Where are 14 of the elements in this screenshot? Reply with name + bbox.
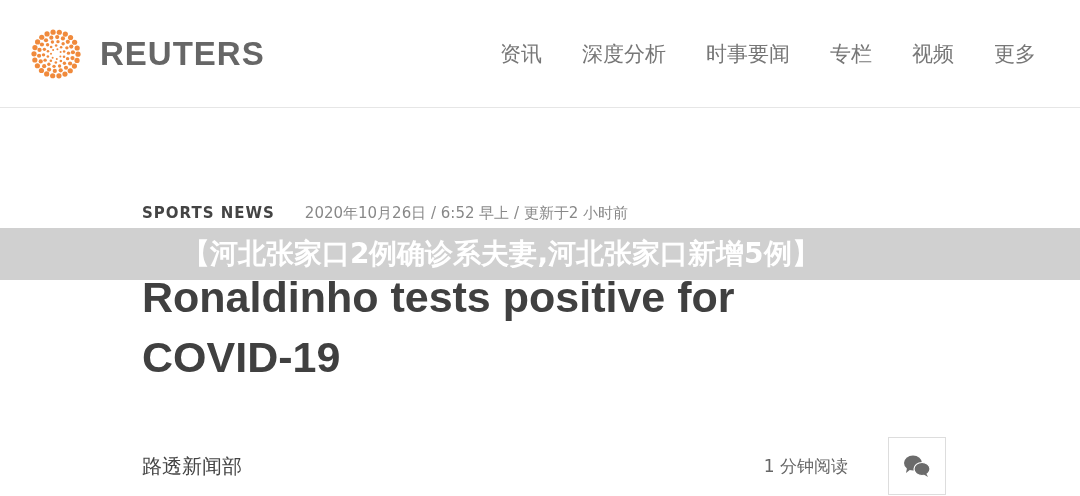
nav-link[interactable]: 视频 [912, 39, 954, 68]
nav-link[interactable]: 时事要闻 [706, 39, 790, 68]
article-date: 2020年10月26日 / 6:52 早上 / 更新于2 小时前 [304, 204, 629, 223]
section-label[interactable]: SPORTS NEWS [142, 204, 275, 222]
site-logo-text[interactable]: REUTERS [100, 34, 265, 73]
nav-link[interactable]: 专栏 [830, 39, 872, 68]
nav-link[interactable]: 更多 [994, 39, 1036, 68]
chat-bubbles-icon [903, 454, 931, 478]
article-byline: 路透新闻部 [142, 452, 243, 480]
nav-link[interactable]: 资讯 [500, 39, 542, 68]
read-time: 1 分钟阅读 [763, 454, 848, 478]
nav-link[interactable]: 深度分析 [582, 39, 666, 68]
wechat-share-button[interactable] [888, 437, 946, 495]
dotted-circle-logo-icon[interactable] [30, 27, 82, 80]
